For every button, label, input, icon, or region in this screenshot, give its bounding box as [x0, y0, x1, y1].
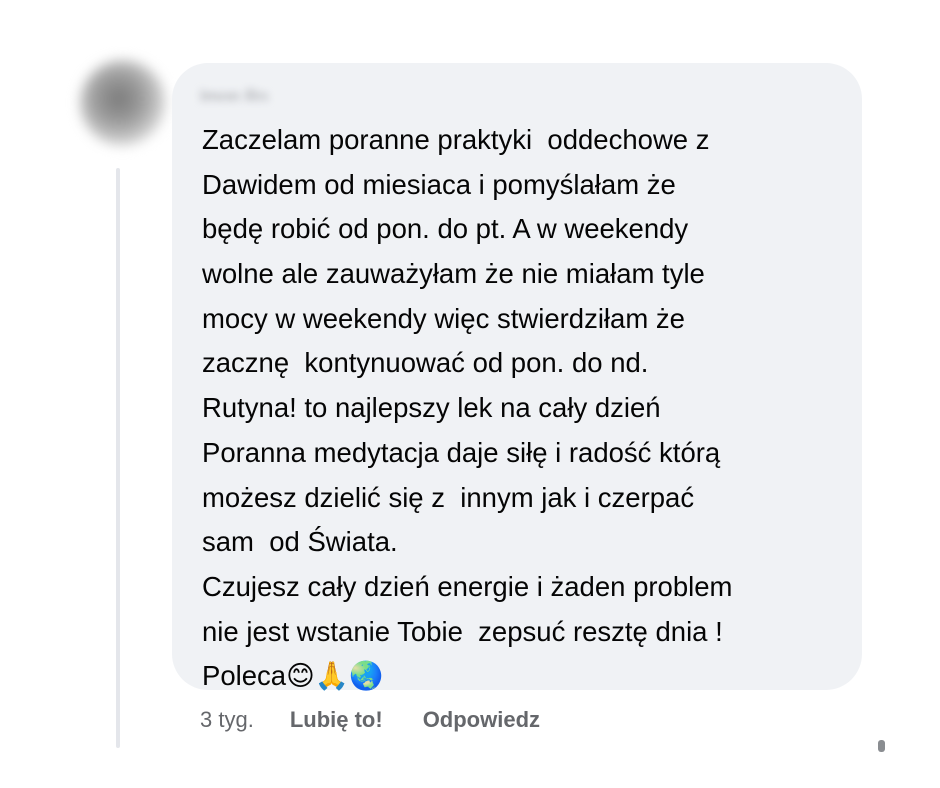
- comment-actions: 3 tyg. Lubię to! Odpowiedz: [200, 702, 580, 738]
- comment-line: Dawidem od miesiaca i pomyślałam że: [202, 168, 676, 200]
- folded-hands-icon: 🙏: [314, 660, 350, 693]
- comment-line: sam od Świata.: [202, 526, 398, 558]
- comment-bubble: Imon Ro Zaczelam poranne praktyki oddech…: [172, 63, 862, 692]
- comment-line: nie jest wstanie Tobie zepsuć resztę dni…: [202, 615, 723, 647]
- comment-line: Poranna medytacja daje siłę i radość któ…: [202, 436, 721, 468]
- comment-last-text: Poleca: [202, 660, 287, 692]
- comment-line: będę robić od pon. do pt. A w weekendy: [202, 213, 689, 245]
- comment-text: Zaczelam poranne praktyki oddechowe z Da…: [202, 118, 842, 699]
- like-button[interactable]: Lubię to!: [290, 707, 383, 733]
- thread-line: [116, 168, 120, 748]
- globe-icon: 🌏: [349, 660, 384, 693]
- comment-line: Zaczelam poranne praktyki oddechowe z: [202, 124, 710, 155]
- comment-line: zacznę kontynuować od pon. do nd.: [202, 347, 649, 379]
- scroll-indicator: [878, 740, 885, 752]
- comment-line: mocy w weekendy więc stwierdziłam że: [202, 302, 685, 334]
- comment-line: wolne ale zauważyłam że nie miałam tyle: [202, 258, 705, 290]
- reply-button[interactable]: Odpowiedz: [423, 707, 540, 733]
- comment-author[interactable]: Imon Ro: [200, 87, 310, 101]
- smiling-face-icon: 😊: [286, 660, 315, 693]
- comment-line: Czujesz cały dzień energie i żaden probl…: [202, 570, 733, 602]
- comment-line-last: Poleca😊🙏🌏: [202, 654, 842, 699]
- comment-line: Rutyna! to najlepszy lek na cały dzień: [202, 392, 661, 424]
- commenter-avatar[interactable]: [80, 60, 166, 146]
- comment-timestamp[interactable]: 3 tyg.: [200, 707, 254, 733]
- comment-line: możesz dzielić się z innym jak i czerpać: [202, 481, 695, 513]
